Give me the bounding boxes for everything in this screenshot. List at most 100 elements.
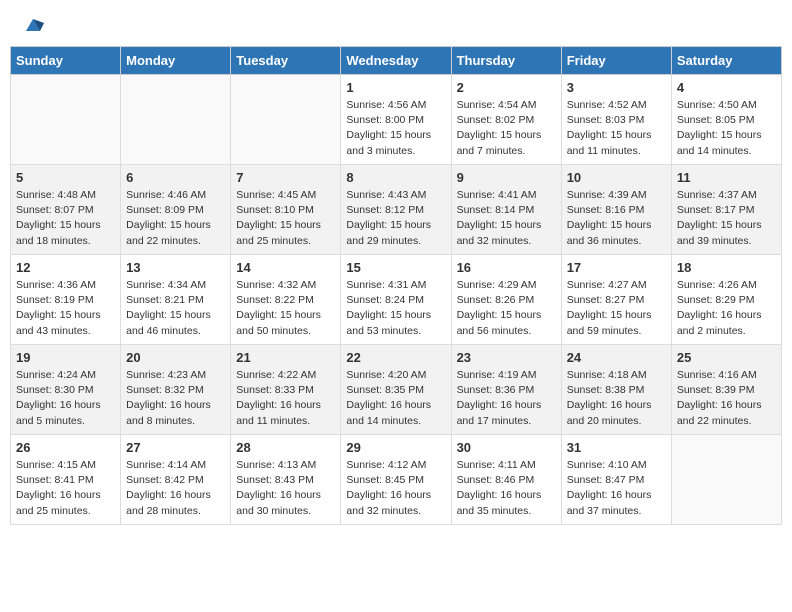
day-number: 28 [236,440,335,455]
calendar-cell [231,75,341,165]
calendar-week-row: 5Sunrise: 4:48 AMSunset: 8:07 PMDaylight… [11,165,782,255]
day-info: Sunrise: 4:52 AMSunset: 8:03 PMDaylight:… [567,98,666,159]
column-header-monday: Monday [121,47,231,75]
day-info: Sunrise: 4:20 AMSunset: 8:35 PMDaylight:… [346,368,445,429]
day-info: Sunrise: 4:24 AMSunset: 8:30 PMDaylight:… [16,368,115,429]
column-header-friday: Friday [561,47,671,75]
calendar-week-row: 12Sunrise: 4:36 AMSunset: 8:19 PMDayligh… [11,255,782,345]
day-info: Sunrise: 4:11 AMSunset: 8:46 PMDaylight:… [457,458,556,519]
day-number: 7 [236,170,335,185]
calendar-cell: 25 Sunrise: 4:16 AMSunset: 8:39 PMDayligh… [671,345,781,435]
day-info: Sunrise: 4:29 AMSunset: 8:26 PMDaylight:… [457,278,556,339]
day-info: Sunrise: 4:23 AMSunset: 8:32 PMDaylight:… [126,368,225,429]
day-info: Sunrise: 4:56 AMSunset: 8:00 PMDaylight:… [346,98,445,159]
calendar-cell: 27Sunrise: 4:14 AMSunset: 8:42 PMDayligh… [121,435,231,525]
logo-icon [22,13,44,35]
calendar-cell: 12Sunrise: 4:36 AMSunset: 8:19 PMDayligh… [11,255,121,345]
calendar-week-row: 19 Sunrise: 4:24 AMSunset: 8:30 PMDayligh… [11,345,782,435]
calendar-cell [121,75,231,165]
day-info: Sunrise: 4:46 AMSunset: 8:09 PMDaylight:… [126,188,225,249]
day-number: 26 [16,440,115,455]
day-number: 29 [346,440,445,455]
day-number: 9 [457,170,556,185]
day-info: Sunrise: 4:32 AMSunset: 8:22 PMDaylight:… [236,278,335,339]
calendar-cell: 28 Sunrise: 4:13 AMSunset: 8:43 PMDayligh… [231,435,341,525]
day-info: Sunrise: 4:15 AMSunset: 8:41 PMDaylight:… [16,458,115,519]
day-number: 15 [346,260,445,275]
calendar-header-row: SundayMondayTuesdayWednesdayThursdayFrid… [11,47,782,75]
column-header-thursday: Thursday [451,47,561,75]
day-info: Sunrise: 4:10 AMSunset: 8:47 PMDaylight:… [567,458,666,519]
calendar-cell: 11Sunrise: 4:37 AMSunset: 8:17 PMDayligh… [671,165,781,255]
calendar-table: SundayMondayTuesdayWednesdayThursdayFrid… [10,46,782,525]
logo [20,15,44,31]
calendar-cell: 19 Sunrise: 4:24 AMSunset: 8:30 PMDayligh… [11,345,121,435]
day-info: Sunrise: 4:16 AMSunset: 8:39 PMDaylight:… [677,368,776,429]
calendar-cell: 20Sunrise: 4:23 AMSunset: 8:32 PMDayligh… [121,345,231,435]
calendar-cell: 10 Sunrise: 4:39 AMSunset: 8:16 PMDayligh… [561,165,671,255]
day-number: 23 [457,350,556,365]
day-number: 10 [567,170,666,185]
calendar-cell [11,75,121,165]
day-number: 13 [126,260,225,275]
day-info: Sunrise: 4:19 AMSunset: 8:36 PMDaylight:… [457,368,556,429]
day-number: 25 [677,350,776,365]
day-number: 6 [126,170,225,185]
calendar-cell: 6 Sunrise: 4:46 AMSunset: 8:09 PMDaylight… [121,165,231,255]
day-number: 3 [567,80,666,95]
calendar-cell: 21 Sunrise: 4:22 AMSunset: 8:33 PMDayligh… [231,345,341,435]
calendar-cell: 16 Sunrise: 4:29 AMSunset: 8:26 PMDayligh… [451,255,561,345]
day-number: 1 [346,80,445,95]
day-number: 31 [567,440,666,455]
column-header-tuesday: Tuesday [231,47,341,75]
day-number: 5 [16,170,115,185]
day-number: 21 [236,350,335,365]
column-header-sunday: Sunday [11,47,121,75]
calendar-cell: 22 Sunrise: 4:20 AMSunset: 8:35 PMDayligh… [341,345,451,435]
calendar-cell: 15 Sunrise: 4:31 AMSunset: 8:24 PMDayligh… [341,255,451,345]
day-info: Sunrise: 4:54 AMSunset: 8:02 PMDaylight:… [457,98,556,159]
day-number: 4 [677,80,776,95]
day-number: 24 [567,350,666,365]
calendar-cell: 7 Sunrise: 4:45 AMSunset: 8:10 PMDaylight… [231,165,341,255]
calendar-cell: 31 Sunrise: 4:10 AMSunset: 8:47 PMDayligh… [561,435,671,525]
day-number: 19 [16,350,115,365]
day-info: Sunrise: 4:27 AMSunset: 8:27 PMDaylight:… [567,278,666,339]
calendar-cell: 23 Sunrise: 4:19 AMSunset: 8:36 PMDayligh… [451,345,561,435]
day-number: 17 [567,260,666,275]
calendar-cell: 8 Sunrise: 4:43 AMSunset: 8:12 PMDaylight… [341,165,451,255]
calendar-cell: 30 Sunrise: 4:11 AMSunset: 8:46 PMDayligh… [451,435,561,525]
day-number: 30 [457,440,556,455]
calendar-cell: 1 Sunrise: 4:56 AMSunset: 8:00 PMDaylight… [341,75,451,165]
day-info: Sunrise: 4:13 AMSunset: 8:43 PMDaylight:… [236,458,335,519]
calendar-cell: 14Sunrise: 4:32 AMSunset: 8:22 PMDayligh… [231,255,341,345]
day-info: Sunrise: 4:22 AMSunset: 8:33 PMDaylight:… [236,368,335,429]
calendar-cell: 17 Sunrise: 4:27 AMSunset: 8:27 PMDayligh… [561,255,671,345]
day-number: 2 [457,80,556,95]
calendar-cell: 24 Sunrise: 4:18 AMSunset: 8:38 PMDayligh… [561,345,671,435]
day-info: Sunrise: 4:26 AMSunset: 8:29 PMDaylight:… [677,278,776,339]
day-number: 16 [457,260,556,275]
day-info: Sunrise: 4:43 AMSunset: 8:12 PMDaylight:… [346,188,445,249]
day-info: Sunrise: 4:12 AMSunset: 8:45 PMDaylight:… [346,458,445,519]
calendar-cell: 18 Sunrise: 4:26 AMSunset: 8:29 PMDayligh… [671,255,781,345]
calendar-week-row: 26 Sunrise: 4:15 AMSunset: 8:41 PMDayligh… [11,435,782,525]
day-info: Sunrise: 4:39 AMSunset: 8:16 PMDaylight:… [567,188,666,249]
page-header [10,10,782,36]
day-info: Sunrise: 4:36 AMSunset: 8:19 PMDaylight:… [16,278,115,339]
day-info: Sunrise: 4:45 AMSunset: 8:10 PMDaylight:… [236,188,335,249]
day-number: 8 [346,170,445,185]
day-number: 18 [677,260,776,275]
day-info: Sunrise: 4:50 AMSunset: 8:05 PMDaylight:… [677,98,776,159]
calendar-week-row: 1 Sunrise: 4:56 AMSunset: 8:00 PMDaylight… [11,75,782,165]
day-info: Sunrise: 4:41 AMSunset: 8:14 PMDaylight:… [457,188,556,249]
calendar-cell: 4 Sunrise: 4:50 AMSunset: 8:05 PMDaylight… [671,75,781,165]
calendar-cell: 13Sunrise: 4:34 AMSunset: 8:21 PMDayligh… [121,255,231,345]
column-header-wednesday: Wednesday [341,47,451,75]
day-number: 22 [346,350,445,365]
day-number: 11 [677,170,776,185]
calendar-cell: 29 Sunrise: 4:12 AMSunset: 8:45 PMDayligh… [341,435,451,525]
day-info: Sunrise: 4:18 AMSunset: 8:38 PMDaylight:… [567,368,666,429]
calendar-cell [671,435,781,525]
day-info: Sunrise: 4:31 AMSunset: 8:24 PMDaylight:… [346,278,445,339]
